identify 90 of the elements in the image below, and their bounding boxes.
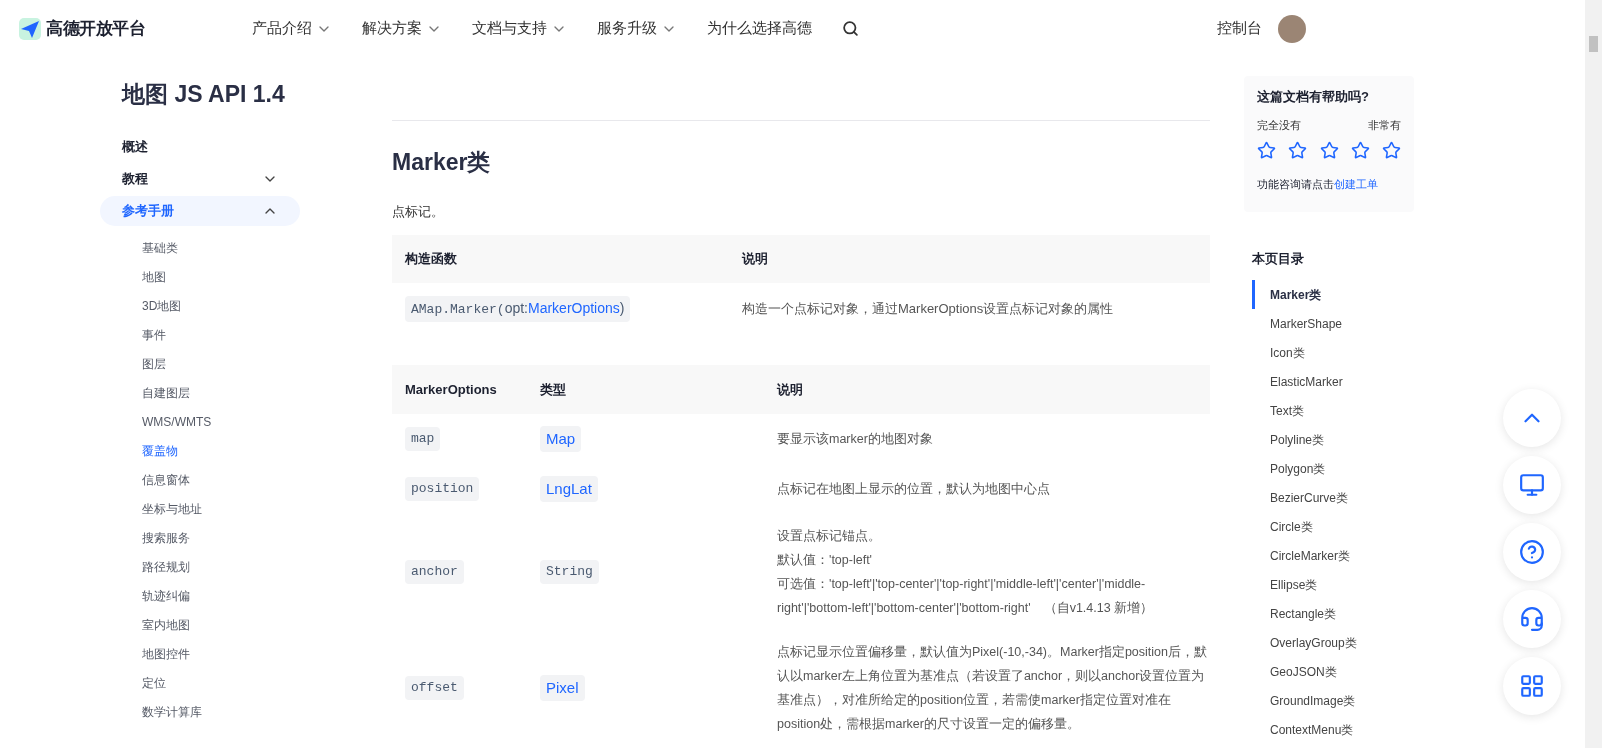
nav-link[interactable]: 为什么选择高德 <box>707 17 812 40</box>
code-chip: map <box>405 427 441 451</box>
avatar[interactable] <box>1278 14 1306 43</box>
toc-item[interactable]: ElasticMarker <box>1252 367 1414 396</box>
column-header: 说明 <box>742 250 768 269</box>
toc-item[interactable]: MarkerShape <box>1252 309 1414 338</box>
sidebar-item[interactable]: 数学计算库 <box>100 697 300 727</box>
toc-item[interactable]: CircleMarker类 <box>1252 541 1414 570</box>
table-cell-text: 要显示该marker的地图对象 <box>777 431 934 448</box>
grid-icon <box>1519 673 1545 699</box>
sidebar-item[interactable]: 覆盖物 <box>100 436 300 466</box>
toc-item[interactable]: GroundImage类 <box>1252 686 1414 715</box>
sidebar-item[interactable]: 图层 <box>100 349 300 379</box>
sidebar-section[interactable]: 概述 <box>100 131 300 162</box>
support-button[interactable] <box>1503 590 1561 648</box>
sidebar-item[interactable]: 自建图层 <box>100 378 300 408</box>
star-icon[interactable] <box>1257 141 1276 160</box>
sidebar-section[interactable]: 教程 <box>100 163 300 194</box>
sidebar-item[interactable]: 地图 <box>100 262 300 292</box>
code-chip: offset <box>405 676 464 700</box>
section-heading: Marker类 <box>392 148 492 177</box>
toc-item[interactable]: Circle类 <box>1252 512 1414 541</box>
toc-item[interactable]: OverlayGroup类 <box>1252 628 1414 657</box>
nav-link[interactable]: 服务升级 <box>597 17 677 40</box>
scale-label: 非常有 <box>1368 117 1401 133</box>
toc-item[interactable]: Rectangle类 <box>1252 599 1414 628</box>
intro-text: 点标记。 <box>392 202 445 221</box>
code-chip: anchor <box>405 560 464 584</box>
sidebar-item[interactable]: 搜索服务 <box>100 523 300 553</box>
star-icon[interactable] <box>1288 141 1308 160</box>
sidebar-item[interactable]: 室内地图 <box>100 610 300 640</box>
sidebar-item[interactable]: 定位 <box>100 668 300 698</box>
sidebar-item[interactable]: 基础类 <box>100 233 300 263</box>
column-header: 类型 <box>540 380 567 399</box>
nav-link[interactable]: 解决方案 <box>362 17 442 40</box>
nav-link[interactable]: 产品介绍 <box>252 17 332 40</box>
monitor-icon <box>1519 472 1545 498</box>
toc-item[interactable]: Ellipse类 <box>1252 570 1414 599</box>
toc-item[interactable]: Text类 <box>1252 396 1414 425</box>
monitor-button[interactable] <box>1503 456 1561 514</box>
scale-label: 完全没有 <box>1257 117 1301 133</box>
toc-item[interactable]: BezierCurve类 <box>1252 483 1414 512</box>
headset-icon <box>1519 606 1545 632</box>
type-link[interactable]: Map <box>540 425 582 453</box>
column-header: 说明 <box>777 380 803 399</box>
logo-icon <box>18 16 42 41</box>
table-cell-text: 设置点标记锚点。 <box>777 528 882 545</box>
sidebar-item[interactable]: 地图控件 <box>100 639 300 669</box>
star-icon[interactable] <box>1319 141 1339 160</box>
code-chip: position <box>405 477 480 501</box>
table-cell-text: 可选值：'top-left'|'top-center'|'top-right'|'middle-left'|'center'|'middle-right'|'bottom-left'|'bottom-center'|'bottom-right' （自v1.4.13 新增） <box>777 576 1155 617</box>
search-icon[interactable] <box>842 20 859 37</box>
table-cell-text: 构造一个点标记对象，通过MarkerOptions设置点标记对象的属性 <box>742 300 1114 319</box>
toc-title: 本页目录 <box>1252 249 1305 268</box>
type-link[interactable]: Pixel <box>540 674 585 702</box>
logo-text: 高德开放平台 <box>46 17 146 40</box>
column-header: 构造函数 <box>405 250 458 269</box>
column-header: MarkerOptions <box>405 380 498 399</box>
sidebar-section[interactable]: 参考手册 <box>100 195 300 226</box>
toc-item[interactable]: GeoJSON类 <box>1252 657 1414 686</box>
nav-link[interactable]: 文档与支持 <box>472 17 567 40</box>
feedback-title: 这篇文档有帮助吗? <box>1257 88 1370 106</box>
help-button[interactable] <box>1503 523 1561 581</box>
table-cell-text: 点标记在地图上显示的位置，默认为地图中心点 <box>777 481 1051 498</box>
toc-item[interactable]: Marker类 <box>1252 280 1414 309</box>
star-icon[interactable] <box>1382 141 1401 160</box>
grid-button[interactable] <box>1503 657 1561 715</box>
feedback-footer: 功能咨询请点击创建工单 <box>1257 176 1401 193</box>
star-rating[interactable] <box>1257 141 1401 160</box>
type-link[interactable]: LngLat <box>540 475 598 503</box>
table-cell-text: 默认值：'top-left' <box>777 552 873 569</box>
toc-item[interactable]: Polygon类 <box>1252 454 1414 483</box>
doc-title: 地图 JS API 1.4 <box>120 80 286 109</box>
toc-item[interactable]: Icon类 <box>1252 338 1414 367</box>
sidebar-item[interactable]: 轨迹纠偏 <box>100 581 300 611</box>
signature-chip: AMap.Marker(opt:MarkerOptions) <box>405 296 631 322</box>
sidebar-item[interactable]: 事件 <box>100 320 300 350</box>
sidebar-item[interactable]: 路径规划 <box>100 552 300 582</box>
table-cell-text: 点标记显示位置偏移量，默认值为Pixel(-10,-34)。Marker指定position后，默认以marker左上角位置为基准点（若设置了anchor，则以anchor设置位置为基准点），对准所给定的position位置，若需使marker指定位置对准在position处，需根据marker的尺寸设置一定的偏移量。 <box>777 644 1208 733</box>
toc-item[interactable]: Polyline类 <box>1252 425 1414 454</box>
console-link[interactable]: 控制台 <box>1217 17 1262 40</box>
star-icon[interactable] <box>1350 141 1370 160</box>
create-ticket-link[interactable]: 创建工单 <box>1334 178 1378 190</box>
sidebar-item[interactable]: 信息窗体 <box>100 465 300 495</box>
sidebar-item[interactable]: 坐标与地址 <box>100 494 300 524</box>
sidebar-item[interactable]: 3D地图 <box>100 291 300 321</box>
toc-item[interactable]: ContextMenu类 <box>1252 715 1414 744</box>
help-icon <box>1519 539 1545 565</box>
code-chip: String <box>540 560 599 584</box>
sidebar-item[interactable]: WMS/WMTS <box>100 407 300 437</box>
